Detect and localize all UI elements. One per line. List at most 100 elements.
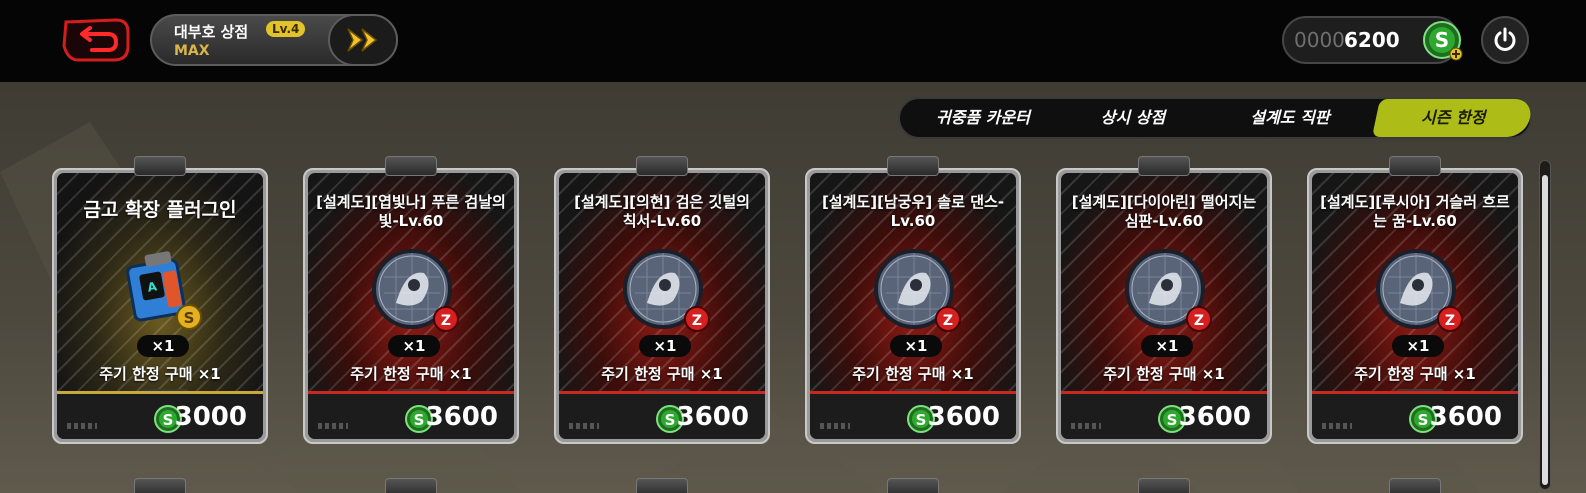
card-frame: 금고 확장 플러그인 A S ×1 주기 한정 구매 ×1 SHOP [52,168,268,444]
svg-text:Z: Z [943,313,953,329]
purchase-limit: 주기 한정 구매 ×1 [350,365,472,383]
card-body: [설계도][남궁우] 솔로 댄스-Lv.60 Z ×1 주기 한정 구매 ×1 … [810,173,1016,439]
shop-item-card[interactable]: 금고 확장 플러그인 A S ×1 주기 한정 구매 ×1 SHOP [52,156,268,444]
power-button[interactable] [1481,16,1529,64]
price-bar[interactable]: S 3600 [308,391,514,439]
shop-item-card[interactable]: [설계도][남궁우] 솔로 댄스-Lv.60 Z ×1 주기 한정 구매 ×1 … [805,156,1021,444]
back-button[interactable] [58,16,132,64]
next-row-card-clip [385,478,437,493]
top-bar: 대부호 상점 Lv.4 MAX 0000 6200 S [0,0,1586,82]
next-row-card-clip [134,478,186,493]
item-price: 3600 [927,402,1000,432]
svg-text:Z: Z [1445,313,1455,329]
card-frame: [설계도][루시아] 거슬러 흐르는 꿈-Lv.60 Z ×1 주기 한정 구매… [1307,168,1523,444]
price-bar[interactable]: S 3600 [810,391,1016,439]
tab-valuables-counter[interactable]: 귀중품 카운터 [908,99,1058,137]
blueprint-icon: Z [874,249,961,332]
item-price: 3600 [676,402,749,432]
power-icon [1494,27,1516,51]
currency-leading-zeros: 0000 [1294,28,1345,52]
scrollbar-thumb[interactable] [1542,175,1548,485]
card-body: [설계도][루시아] 거슬러 흐르는 꿈-Lv.60 Z ×1 주기 한정 구매… [1312,173,1518,439]
item-image: Z [617,243,713,339]
item-quantity: ×1 [1141,335,1193,357]
purchase-limit: 주기 한정 구매 ×1 [1354,365,1476,383]
price-bar[interactable]: S 3600 [559,391,765,439]
item-image: Z [1119,243,1215,339]
blueprint-icon: Z [1376,249,1463,332]
svg-text:Z: Z [692,313,702,329]
svg-text:S: S [916,411,927,429]
svg-text:S: S [184,309,195,327]
next-row-card-clip [887,478,939,493]
card-clip [636,156,688,176]
card-body: 금고 확장 플러그인 A S ×1 주기 한정 구매 ×1 SHOP [57,173,263,439]
purchase-limit: 주기 한정 구매 ×1 [1103,365,1225,383]
item-quantity: ×1 [1392,335,1444,357]
purchase-limit: 주기 한정 구매 ×1 [99,365,221,383]
svg-text:Z: Z [441,313,451,329]
item-title: 금고 확장 플러그인 [83,199,237,221]
card-clip [134,156,186,176]
fast-forward-button[interactable] [328,14,398,66]
shop-item-card[interactable]: [설계도][다이아린] 떨어지는 심판-Lv.60 Z ×1 주기 한정 구매 … [1056,156,1272,444]
card-clip [1138,156,1190,176]
price-bar[interactable]: S 3000 [57,391,263,439]
svg-text:S: S [665,411,676,429]
item-title: [설계도][남궁우] 솔로 댄스-Lv.60 [821,193,1005,230]
next-row-card-clip [636,478,688,493]
card-frame: [설계도][엽빛나] 푸른 검날의 빛-Lv.60 Z ×1 주기 한정 구매 … [303,168,519,444]
svg-text:S: S [1167,411,1178,429]
item-price: 3600 [1429,402,1502,432]
level-status: MAX [174,43,210,59]
svg-text:Z: Z [1194,313,1204,329]
card-clip [1389,156,1441,176]
card-clip [385,156,437,176]
purchase-limit: 주기 한정 구매 ×1 [601,365,723,383]
vertical-scrollbar[interactable] [1539,160,1551,490]
price-bar[interactable]: S 3600 [1061,391,1267,439]
svg-text:S: S [163,411,174,429]
item-quantity: ×1 [639,335,691,357]
currency-display: 0000 6200 S [1282,16,1463,64]
item-price: 3600 [425,402,498,432]
item-title: [설계도][의현] 검은 깃털의 칙서-Lv.60 [574,193,750,230]
card-body: [설계도][의현] 검은 깃털의 칙서-Lv.60 Z ×1 주기 한정 구매 … [559,173,765,439]
tab-blueprint-direct[interactable]: 설계도 직판 [1208,99,1372,137]
item-price: 3000 [174,402,247,432]
item-price: 3600 [1178,402,1251,432]
tab-season-limited[interactable]: 시즌 한정 [1371,99,1535,137]
item-title: [설계도][다이아린] 떨어지는 심판-Lv.60 [1071,193,1257,230]
add-currency-button[interactable]: S [1422,20,1464,66]
card-frame: [설계도][남궁우] 솔로 댄스-Lv.60 Z ×1 주기 한정 구매 ×1 … [805,168,1021,444]
shop-item-card[interactable]: [설계도][의현] 검은 깃털의 칙서-Lv.60 Z ×1 주기 한정 구매 … [554,156,770,444]
card-frame: [설계도][다이아린] 떨어지는 심판-Lv.60 Z ×1 주기 한정 구매 … [1056,168,1272,444]
vault-plugin-icon: A S [126,251,202,330]
item-image: A S [115,243,211,339]
item-title: [설계도][루시아] 거슬러 흐르는 꿈-Lv.60 [1320,193,1510,230]
card-clip [887,156,939,176]
svg-text:S: S [414,411,425,429]
shop-tabs: 귀중품 카운터 상시 상점 설계도 직판 시즌 한정 [898,97,1535,139]
card-body: [설계도][다이아린] 떨어지는 심판-Lv.60 Z ×1 주기 한정 구매 … [1061,173,1267,439]
blueprint-icon: Z [1125,249,1212,332]
purchase-limit: 주기 한정 구매 ×1 [852,365,974,383]
item-image: Z [1370,243,1466,339]
item-title: [설계도][엽빛나] 푸른 검날의 빛-Lv.60 [316,193,506,230]
price-bar[interactable]: S 3600 [1312,391,1518,439]
blueprint-icon: Z [623,249,710,332]
shop-item-card[interactable]: [설계도][엽빛나] 푸른 검날의 빛-Lv.60 Z ×1 주기 한정 구매 … [303,156,519,444]
item-quantity: ×1 [890,335,942,357]
shop-item-card[interactable]: [설계도][루시아] 거슬러 흐르는 꿈-Lv.60 Z ×1 주기 한정 구매… [1307,156,1523,444]
blueprint-icon: Z [372,249,459,332]
svg-text:S: S [1418,411,1429,429]
currency-value: 6200 [1344,28,1400,52]
tab-regular-shop[interactable]: 상시 상점 [1058,99,1208,137]
card-body: [설계도][엽빛나] 푸른 검날의 빛-Lv.60 Z ×1 주기 한정 구매 … [308,173,514,439]
item-image: Z [868,243,964,339]
shop-name: 대부호 상점 [174,23,249,41]
shop-level-panel: 대부호 상점 Lv.4 MAX [150,14,398,66]
next-row-card-clip [1389,478,1441,493]
shop-content: 귀중품 카운터 상시 상점 설계도 직판 시즌 한정 금고 확장 플러그인 A [0,82,1586,493]
item-quantity: ×1 [137,335,189,357]
